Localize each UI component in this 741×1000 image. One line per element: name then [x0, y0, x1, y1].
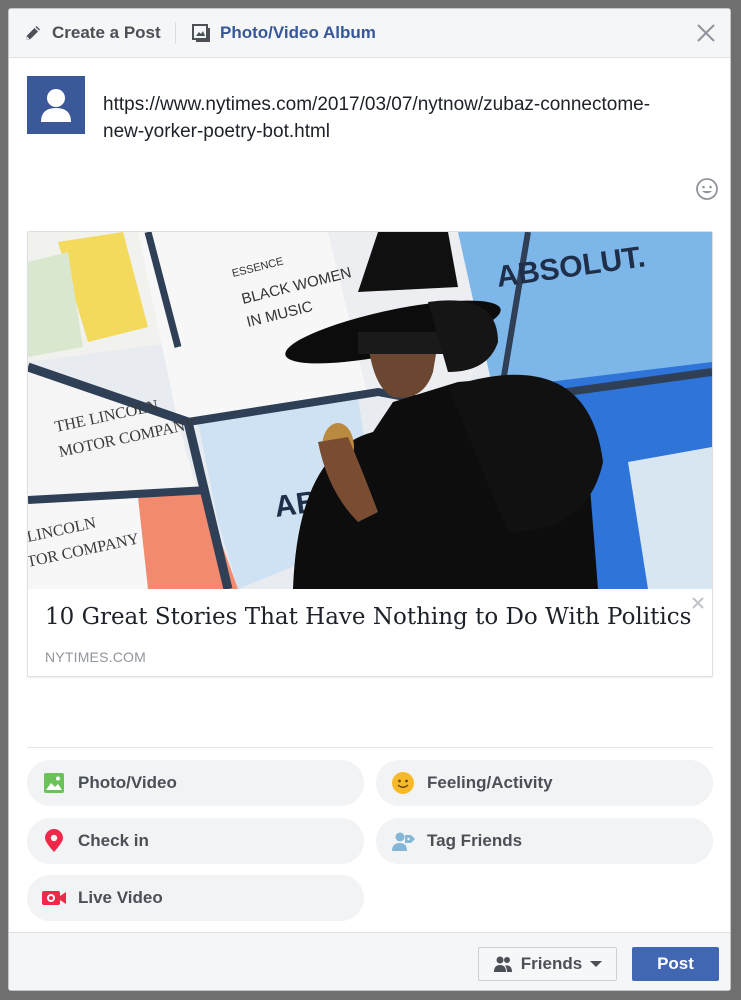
- friends-icon: [493, 955, 513, 973]
- pencil-icon: [23, 23, 43, 43]
- live-video-button[interactable]: Live Video: [27, 875, 364, 921]
- check-in-label: Check in: [78, 831, 149, 850]
- default-user-icon: [41, 89, 71, 122]
- post-text-input[interactable]: https://www.nytimes.com/2017/03/07/nytno…: [103, 91, 663, 145]
- link-preview-source: NYTIMES.COM: [45, 649, 146, 665]
- tag-friends-button[interactable]: Tag Friends: [376, 818, 713, 864]
- chevron-down-icon: [590, 961, 603, 967]
- tab-photo-video-album-label: Photo/Video Album: [220, 23, 376, 42]
- smiley-icon: [390, 770, 416, 796]
- audience-selector[interactable]: Friends: [478, 947, 617, 981]
- photo-icon: [41, 770, 67, 796]
- divider: [27, 747, 713, 748]
- audience-label: Friends: [520, 954, 583, 973]
- smiley-icon: [696, 178, 718, 200]
- feeling-activity-button[interactable]: Feeling/Activity: [376, 760, 713, 806]
- close-dialog-button[interactable]: [694, 21, 718, 45]
- link-preview-card[interactable]: ABSOLUT. ABS ESSENCE BLACK WOMEN IN MUSI…: [27, 231, 713, 677]
- photo-video-label: Photo/Video: [78, 773, 177, 792]
- close-icon: [697, 24, 715, 42]
- tab-divider: [175, 22, 176, 44]
- link-preview-title[interactable]: 10 Great Stories That Have Nothing to Do…: [45, 604, 695, 630]
- event-photo: ABSOLUT. ABS ESSENCE BLACK WOMEN IN MUSI…: [28, 232, 712, 589]
- dialog-header: Create a Post Photo/Video Album: [9, 9, 730, 58]
- video-camera-icon: [41, 885, 67, 911]
- avatar: [27, 76, 85, 134]
- tab-photo-video-album[interactable]: Photo/Video Album: [191, 9, 376, 57]
- tag-friends-icon: [390, 828, 416, 854]
- check-in-button[interactable]: Check in: [27, 818, 364, 864]
- feeling-activity-label: Feeling/Activity: [427, 773, 553, 792]
- dialog-footer: Friends Post: [9, 932, 730, 990]
- link-preview-image[interactable]: ABSOLUT. ABS ESSENCE BLACK WOMEN IN MUSI…: [28, 232, 712, 589]
- photo-video-button[interactable]: Photo/Video: [27, 760, 364, 806]
- photo-album-icon: [191, 23, 211, 43]
- live-video-label: Live Video: [78, 888, 163, 907]
- location-pin-icon: [41, 828, 67, 854]
- create-post-dialog: Create a Post Photo/Video Album https://…: [8, 8, 731, 991]
- emoji-button[interactable]: [695, 177, 719, 201]
- tab-create-post-label: Create a Post: [52, 23, 161, 42]
- tag-friends-label: Tag Friends: [427, 831, 523, 850]
- tab-create-post[interactable]: Create a Post: [23, 9, 161, 57]
- post-button[interactable]: Post: [632, 947, 719, 981]
